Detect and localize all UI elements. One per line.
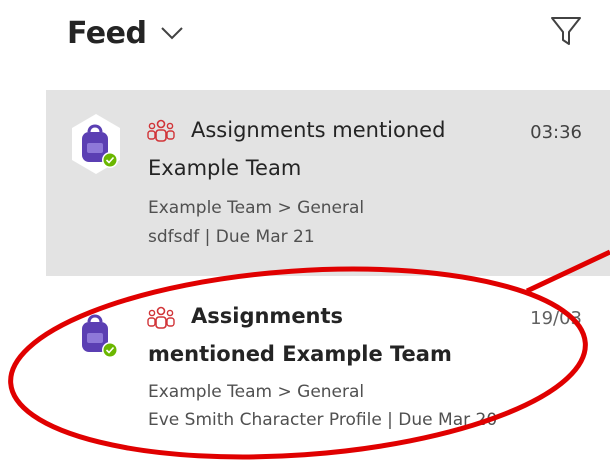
activity-time: 03:36 <box>530 122 582 143</box>
team-name: Example Team <box>148 156 302 180</box>
channel-path: Example Team > General <box>148 198 365 218</box>
available-status-icon <box>103 343 117 357</box>
assignment-detail: sdfsdf | Due Mar 21 <box>148 227 315 247</box>
team-icon <box>146 118 176 144</box>
assignments-app-avatar <box>68 112 124 178</box>
filter-icon[interactable] <box>549 13 583 49</box>
assignment-detail: Eve Smith Character Profile | Due Mar 20 <box>148 410 498 430</box>
feed-panel: Feed Assignments mentioned 03:36 Example… <box>0 0 610 465</box>
team-icon <box>146 305 176 331</box>
available-status-icon <box>103 153 117 167</box>
activity-time: 19/03 <box>530 308 582 329</box>
feed-item[interactable]: Assignments 19/03 mentioned Example Team… <box>46 292 610 462</box>
activity-text: Assignments mentioned <box>191 118 446 142</box>
activity-text: Assignments <box>191 304 344 328</box>
feed-title[interactable]: Feed <box>67 16 147 51</box>
assignments-app-avatar <box>74 306 130 372</box>
chevron-down-icon[interactable] <box>158 22 186 44</box>
channel-path: Example Team > General <box>148 382 365 402</box>
feed-item[interactable]: Assignments mentioned 03:36 Example Team… <box>46 90 610 276</box>
activity-text-continued: mentioned Example Team <box>148 342 452 366</box>
